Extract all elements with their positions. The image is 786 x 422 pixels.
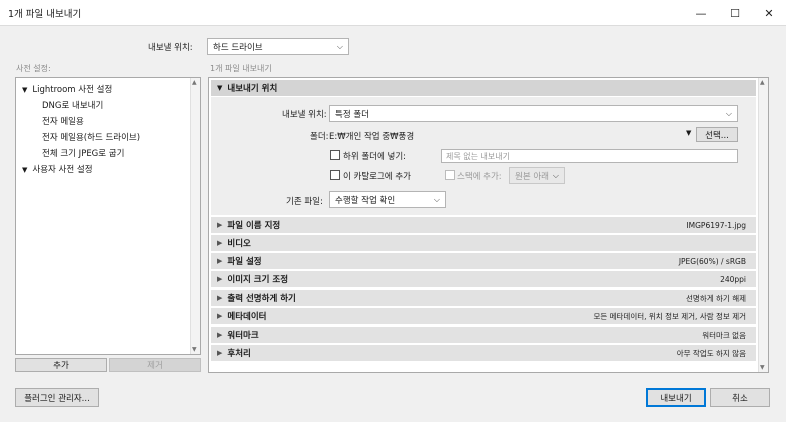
window-title: 1개 파일 내보내기 [8, 9, 82, 20]
existing-files-dropdown[interactable]: 수행할 작업 확인 ⌵ [329, 191, 446, 208]
section-title: 출력 선명하게 하기 [227, 294, 296, 304]
export-to-label-inner: 내보낼 위치: [282, 110, 327, 120]
scroll-down-icon[interactable]: ▼ [760, 364, 765, 371]
folder-history-triangle-icon[interactable]: ▼ [686, 129, 691, 137]
section-file-settings[interactable]: ▶ 파일 설정 JPEG(60%) / sRGB [211, 253, 756, 269]
triangle-right-icon: ▶ [217, 257, 223, 265]
section-video[interactable]: ▶ 비디오 [211, 235, 756, 251]
folder-path: E:₩개인 작업 중₩풍경 [329, 132, 415, 142]
triangle-down-icon: ▼ [217, 84, 223, 92]
add-preset-button[interactable]: 추가 [15, 358, 107, 372]
preset-group-label: 사용자 사전 설정 [32, 165, 93, 175]
preset-item[interactable]: 전자 메일용 [42, 115, 84, 127]
section-summary: 워터마크 없음 [702, 330, 746, 340]
preset-item[interactable]: 전체 크기 JPEG로 굽기 [42, 147, 124, 159]
cancel-button[interactable]: 취소 [710, 388, 770, 407]
stack-position-value: 원본 아래 [515, 171, 549, 182]
triangle-right-icon: ▶ [217, 331, 223, 339]
section-title: 파일 이름 지정 [227, 221, 281, 231]
section-file-naming[interactable]: ▶ 파일 이름 지정 IMGP6197-1.jpg [211, 217, 756, 233]
settings-scrollbar[interactable]: ▲ ▼ [758, 78, 768, 372]
presets-scrollbar[interactable]: ▲ ▼ [190, 78, 200, 354]
preset-item[interactable]: 전자 메일용(하드 드라이브) [42, 131, 140, 143]
subfolder-label: 하위 폴더에 넣기: [343, 152, 407, 162]
add-stack-checkbox[interactable] [445, 170, 455, 180]
presets-header: 사전 설정: [16, 64, 51, 73]
triangle-right-icon: ▶ [217, 221, 223, 229]
subfolder-name-input[interactable]: 제목 없는 내보내기 [441, 149, 738, 163]
section-summary: 선명하게 하기 해제 [686, 293, 746, 303]
preset-item[interactable]: DNG로 내보내기 [42, 99, 103, 111]
section-summary: JPEG(60%) / sRGB [678, 256, 746, 266]
chevron-down-icon: ⌵ [336, 42, 343, 51]
scroll-up-icon[interactable]: ▲ [192, 79, 197, 86]
preset-group-user[interactable]: ▼ 사용자 사전 설정 [22, 163, 93, 175]
export-to-dropdown[interactable]: 하드 드라이브 ⌵ [207, 38, 349, 55]
section-title: 파일 설정 [227, 257, 262, 267]
existing-files-label: 기존 파일: [286, 197, 323, 207]
section-title: 후처리 [227, 349, 251, 359]
section-output-sharpening[interactable]: ▶ 출력 선명하게 하기 선명하게 하기 해제 [211, 290, 756, 306]
add-catalog-checkbox[interactable] [330, 170, 340, 180]
preset-group-lightroom[interactable]: ▼ Lightroom 사전 설정 [22, 83, 112, 95]
presets-tree: ▼ Lightroom 사전 설정 DNG로 내보내기 전자 메일용 전자 메일용… [15, 77, 201, 355]
minimize-button[interactable]: — [684, 0, 718, 26]
plugin-manager-button[interactable]: 플러그인 관리자... [15, 388, 99, 407]
scroll-up-icon[interactable]: ▲ [760, 79, 765, 86]
stack-position-dropdown[interactable]: 원본 아래 ⌵ [509, 167, 565, 184]
section-post-processing[interactable]: ▶ 후처리 아무 작업도 하지 않음 [211, 345, 756, 361]
triangle-right-icon: ▶ [217, 349, 223, 357]
title-bar: 1개 파일 내보내기 — ☐ ✕ [0, 0, 786, 26]
section-summary: 240ppi [720, 274, 746, 284]
preset-group-label: Lightroom 사전 설정 [32, 85, 113, 95]
chevron-down-icon: ⌵ [552, 171, 559, 180]
triangle-right-icon: ▶ [217, 275, 223, 283]
triangle-right-icon: ▶ [217, 239, 223, 247]
section-title: 메타데이터 [227, 312, 267, 322]
folder-type-value: 특정 폴더 [335, 109, 369, 120]
section-metadata[interactable]: ▶ 메타데이터 모든 메타데이터, 위치 정보 제거, 사람 정보 제거 [211, 308, 756, 324]
export-button[interactable]: 내보내기 [646, 388, 706, 407]
export-folder-type-dropdown[interactable]: 특정 폴더 ⌵ [329, 105, 738, 122]
main-header: 1개 파일 내보내기 [210, 64, 272, 73]
section-title: 비디오 [227, 239, 251, 249]
export-to-label: 내보낼 위치: [148, 43, 193, 53]
choose-folder-button[interactable]: 선택... [696, 127, 738, 142]
close-button[interactable]: ✕ [752, 0, 786, 26]
existing-files-value: 수행할 작업 확인 [335, 195, 396, 206]
add-stack-label: 스택에 추가: [457, 172, 502, 182]
section-export-location-header[interactable]: ▼ 내보내기 위치 [211, 80, 756, 96]
section-summary: 아무 작업도 하지 않음 [676, 348, 746, 358]
triangle-down-icon: ▼ [22, 166, 28, 174]
folder-label: 폴더: [310, 132, 329, 142]
section-image-sizing[interactable]: ▶ 이미지 크기 조정 240ppi [211, 271, 756, 287]
remove-preset-button[interactable]: 제거 [109, 358, 201, 372]
section-summary: 모든 메타데이터, 위치 정보 제거, 사람 정보 제거 [593, 311, 746, 321]
section-title: 이미지 크기 조정 [227, 275, 289, 285]
chevron-down-icon: ⌵ [725, 109, 732, 118]
triangle-right-icon: ▶ [217, 312, 223, 320]
section-summary: IMGP6197-1.jpg [686, 220, 746, 230]
chevron-down-icon: ⌵ [433, 195, 440, 204]
triangle-down-icon: ▼ [22, 86, 28, 94]
export-to-value: 하드 드라이브 [213, 42, 263, 53]
add-catalog-label: 이 카탈로그에 추가 [343, 172, 411, 182]
section-title: 내보내기 위치 [227, 84, 278, 94]
triangle-right-icon: ▶ [217, 294, 223, 302]
subfolder-checkbox[interactable] [330, 150, 340, 160]
maximize-button[interactable]: ☐ [718, 0, 752, 26]
scroll-down-icon[interactable]: ▼ [192, 346, 197, 353]
section-watermark[interactable]: ▶ 워터마크 워터마크 없음 [211, 327, 756, 343]
section-title: 워터마크 [227, 331, 259, 341]
